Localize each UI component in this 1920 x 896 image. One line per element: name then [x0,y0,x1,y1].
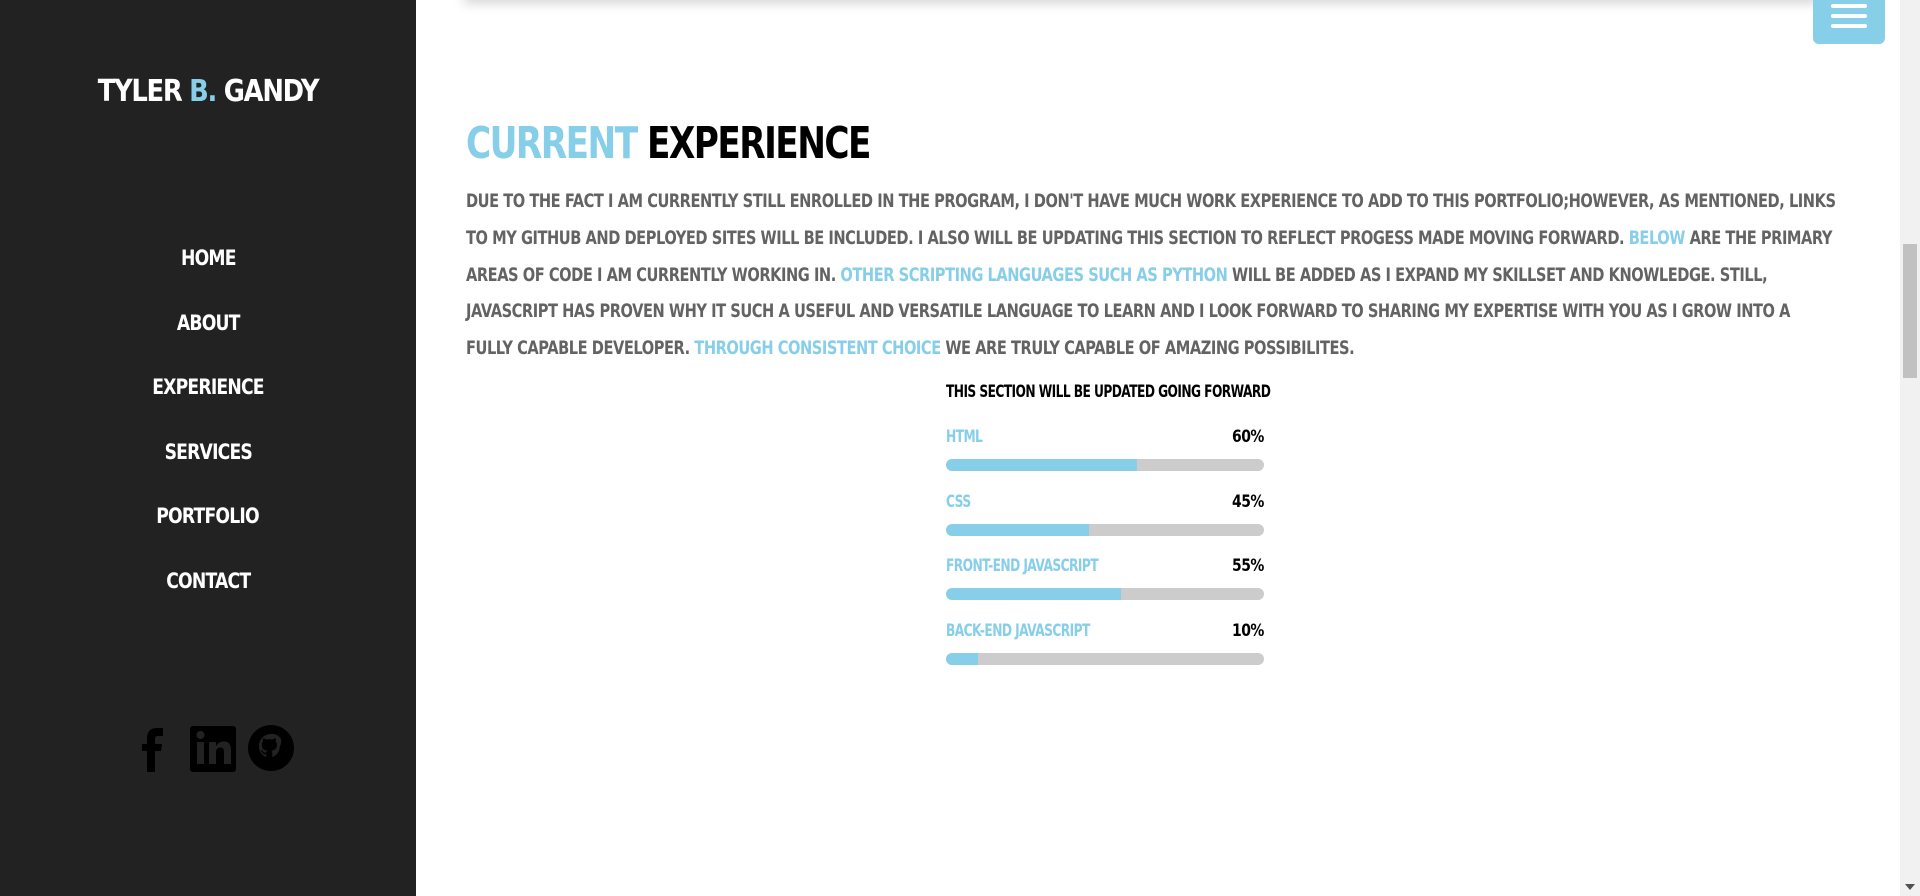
skill-progress-track [946,588,1264,600]
skill-progress-track [946,523,1264,536]
nav-item-experience: Experience [0,367,416,432]
nav-link-portfolio[interactable]: Portfolio [157,496,260,536]
nav-link-experience[interactable]: Experience [152,367,264,407]
skill-percent: 60% [1232,427,1264,447]
skill-progress-fill [946,652,978,665]
sidebar: Tyler B. Gandy Home About Experience Ser… [0,0,416,896]
nav-item-services: Services [0,432,416,497]
nav-item-home: Home [0,238,416,303]
section-title: Current Experience [466,118,871,169]
skill-name: Back-End JavaScript [946,620,1090,641]
nav-link-about[interactable]: About [177,303,241,343]
social-links [130,722,296,774]
skill-progress-track [946,459,1264,471]
skill-item-css: CSS 45% [946,489,1264,554]
page-scrollbar[interactable] [1900,0,1920,896]
main-content: Current Experience Due to the fact I am … [416,0,1900,896]
brand-logo[interactable]: Tyler B. Gandy [29,74,387,109]
brand-last-name: Gandy [223,74,320,109]
skill-percent: 55% [1232,556,1264,576]
skill-progress-fill [946,588,1121,600]
skill-progress-fill [946,523,1090,536]
scroll-down-arrow-icon[interactable] [1905,884,1915,890]
menu-bar [1831,4,1867,8]
nav-item-about: About [0,303,416,368]
skills-panel: This section will be updated going forwa… [946,380,1271,683]
skill-name: Front-End JavaScript [946,556,1099,576]
menu-bar [1831,14,1867,18]
skill-percent: 10% [1232,620,1264,641]
github-icon[interactable] [246,722,296,774]
skill-item-html: HTML 60% [946,424,1264,489]
paragraph-text: we are truly capable of amazing possibil… [940,337,1355,360]
section-title-rest: Experience [646,118,871,169]
nav-item-contact: Contact [0,561,416,626]
skills-heading: This section will be updated going forwa… [946,382,1271,402]
skill-progress-fill [946,459,1137,471]
skill-name: HTML [946,427,983,447]
skill-progress-track [946,652,1264,665]
nav-item-portfolio: Portfolio [0,496,416,561]
skill-item-backend-js: Back-End JavaScript 10% [946,618,1264,683]
skill-item-frontend-js: Front-End JavaScript 55% [946,553,1264,618]
facebook-icon[interactable] [130,722,180,774]
brand-middle-initial: B. [189,74,217,109]
scrollbar-thumb[interactable] [1903,244,1917,378]
paragraph-highlight: Other scripting languages such as Python [840,263,1228,286]
paragraph-highlight: Below [1628,226,1686,249]
nav-link-services[interactable]: Services [164,432,252,472]
menu-bar [1831,24,1867,28]
nav-link-contact[interactable]: Contact [166,561,251,601]
hamburger-menu-icon[interactable] [1813,0,1885,44]
skill-percent: 45% [1232,491,1264,512]
experience-paragraph: Due to the fact I am currently still enr… [466,183,1837,367]
brand-first-name: Tyler [97,74,183,109]
section-title-accent: Current [466,118,638,169]
skill-name: CSS [946,491,971,512]
linkedin-icon[interactable] [188,722,238,774]
nav-link-home[interactable]: Home [181,238,236,278]
main-navigation: Home About Experience Services Portfolio… [0,238,416,625]
paragraph-highlight: Through consistent choice [694,337,941,360]
